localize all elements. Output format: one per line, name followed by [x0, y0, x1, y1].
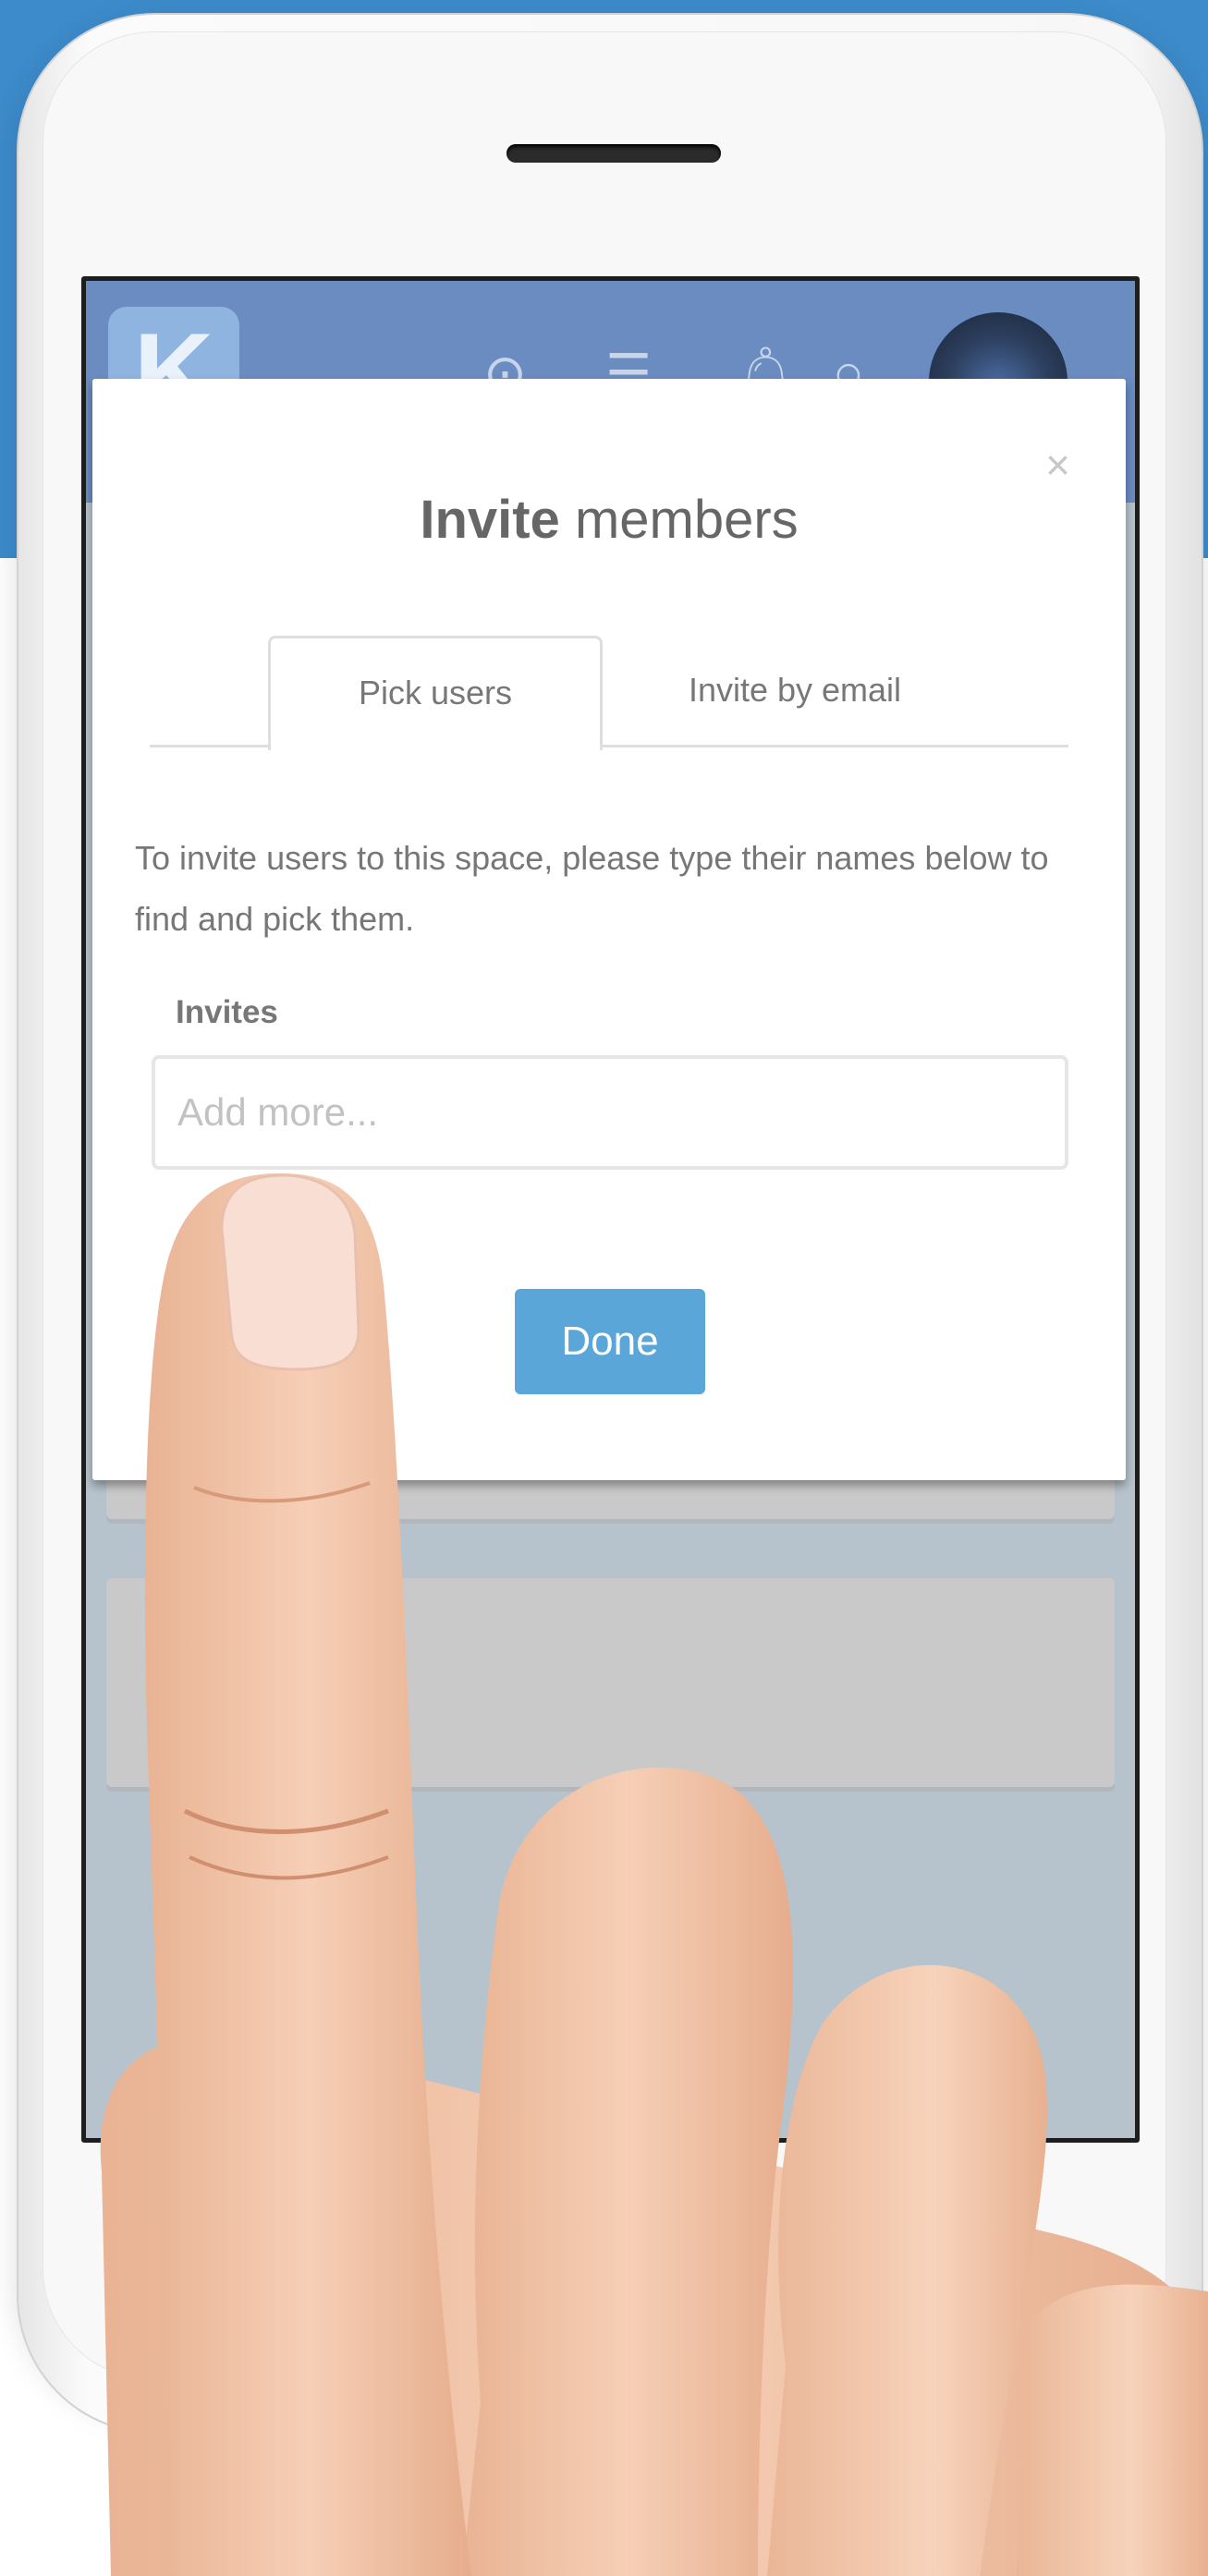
invite-description: To invite users to this space, please ty…: [135, 839, 1049, 938]
tab-invite-by-email[interactable]: Invite by email: [628, 636, 961, 745]
done-button[interactable]: Done: [515, 1289, 705, 1394]
tab-pick-users[interactable]: Pick users: [268, 636, 603, 750]
close-icon[interactable]: ×: [1045, 444, 1070, 486]
modal-title: Invite members: [92, 488, 1126, 553]
invites-input[interactable]: [152, 1055, 1068, 1170]
content-card: [106, 1578, 1115, 1787]
phone-speaker: [506, 144, 721, 163]
modal-title-rest: members: [559, 490, 799, 550]
modal-title-bold: Invite: [420, 490, 560, 550]
invites-label: Invites: [176, 994, 278, 1030]
invite-members-modal: × Invite members Pick users Invite by em…: [92, 379, 1126, 1480]
